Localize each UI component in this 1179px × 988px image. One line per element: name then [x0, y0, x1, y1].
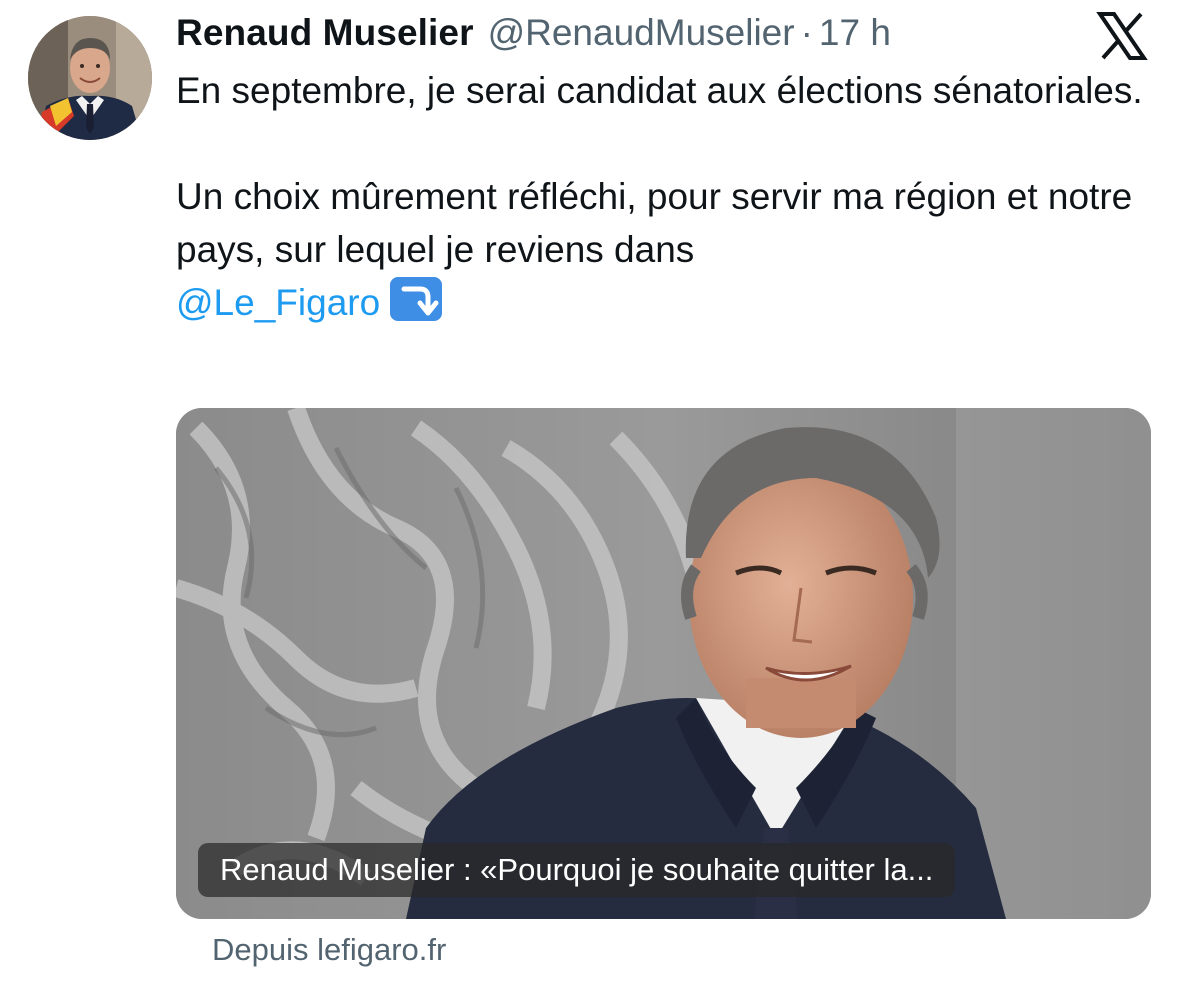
tweet[interactable]: Renaud Muselier @RenaudMuselier · 17 h E…: [0, 0, 1179, 988]
header-separator: ·: [800, 12, 813, 53]
tweet-paragraph-1: En septembre, je serai candidat aux élec…: [176, 70, 1143, 111]
avatar-photo: [28, 16, 152, 140]
x-logo-icon[interactable]: [1096, 10, 1148, 62]
mention-link[interactable]: @Le_Figaro: [176, 282, 380, 323]
right-arrow-curving-down-emoji-icon: [390, 277, 443, 321]
tweet-timestamp[interactable]: 17 h: [819, 12, 891, 54]
tweet-header: Renaud Muselier @RenaudMuselier · 17 h: [176, 12, 891, 58]
source-domain-link[interactable]: lefigaro.fr: [317, 932, 446, 967]
tweet-mention-line: @Le_Figaro: [176, 276, 1156, 329]
tweet-body: En septembre, je serai candidat aux élec…: [176, 64, 1156, 329]
tweet-paragraph-2: Un choix mûrement réfléchi, pour servir …: [176, 176, 1133, 270]
author-display-name[interactable]: Renaud Muselier: [176, 12, 474, 54]
link-preview-title: Renaud Muselier : «Pourquoi je souhaite …: [198, 843, 956, 897]
source-prefix: Depuis: [212, 932, 309, 967]
author-handle[interactable]: @RenaudMuselier: [488, 12, 795, 54]
author-avatar[interactable]: [28, 16, 152, 140]
link-source: Depuis lefigaro.fr: [212, 932, 446, 968]
link-preview-card[interactable]: Renaud Muselier : «Pourquoi je souhaite …: [176, 408, 1151, 919]
